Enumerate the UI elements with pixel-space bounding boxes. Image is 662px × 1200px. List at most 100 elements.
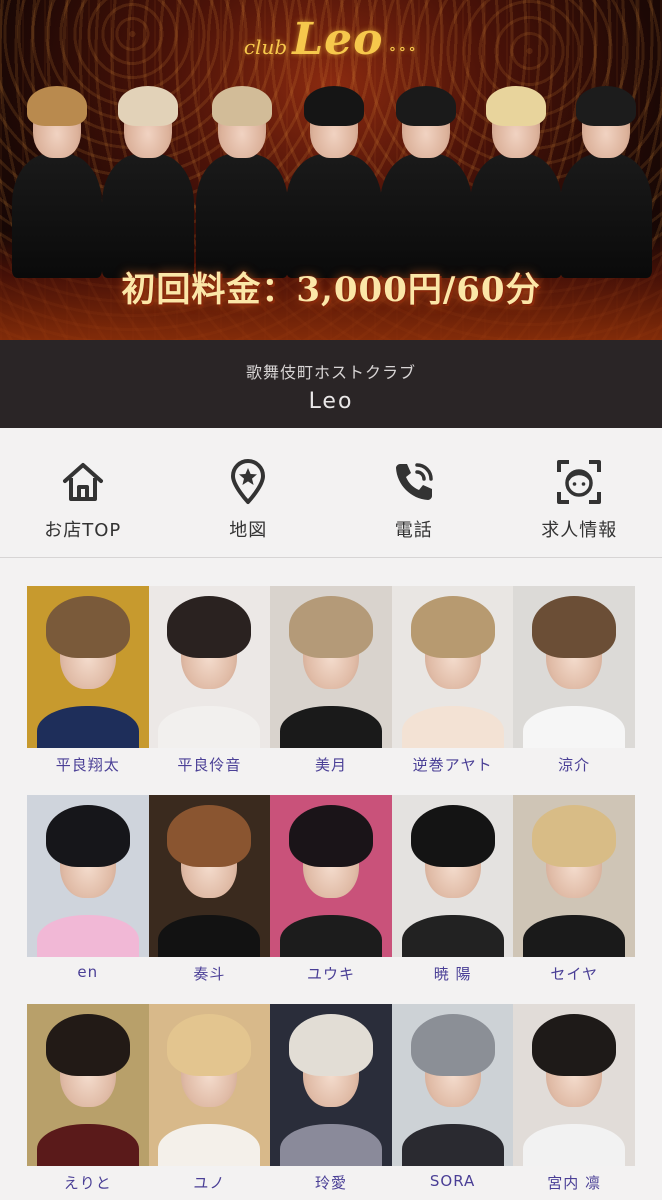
cast-photo-outfit	[523, 1124, 626, 1166]
cast-photo[interactable]	[148, 795, 271, 957]
cast-photo-hair	[167, 804, 252, 867]
logo-prefix: club	[243, 35, 288, 59]
cast-card[interactable]: 逆巻アヤト	[391, 586, 514, 774]
cast-name[interactable]: 平良翔太	[27, 754, 149, 774]
hero-host-figure	[12, 78, 102, 278]
hero-host-figure	[470, 78, 562, 278]
hero-host-figure	[286, 78, 382, 278]
cast-photo[interactable]	[391, 795, 514, 957]
cast-card[interactable]: 平良翔太	[27, 586, 149, 774]
cast-photo-outfit	[279, 706, 383, 748]
cast-photo-hair	[532, 595, 617, 658]
hero-banner: club Leo ∘∘∘ 初回料金：3,000円/60分	[0, 0, 662, 340]
cast-photo-hair	[167, 1013, 252, 1076]
cast-photo[interactable]	[148, 586, 271, 748]
cast-card[interactable]: ユウキ	[270, 795, 392, 983]
shop-name: Leo	[308, 389, 354, 414]
shop-subtitle: 歌舞伎町ホストクラブ	[245, 363, 416, 382]
nav-item-shop-top[interactable]: お店TOP	[0, 428, 166, 557]
cast-photo[interactable]	[391, 586, 514, 748]
first-visit-price: 初回料金：3,000円/60分	[121, 270, 541, 310]
cast-card[interactable]: SORA	[391, 1004, 514, 1192]
cast-photo-hair	[410, 804, 495, 867]
map-pin-icon	[231, 459, 266, 504]
shop-banner: 歌舞伎町ホストクラブ Leo	[0, 340, 662, 428]
cast-photo-hair	[410, 1013, 495, 1076]
nav-label: 電話	[394, 520, 433, 541]
hero-host-figure	[560, 78, 652, 278]
cast-name[interactable]: 暁 陽	[392, 963, 514, 983]
cast-photo-outfit	[523, 915, 626, 957]
cast-photo[interactable]	[270, 1004, 392, 1166]
cast-card[interactable]: 玲愛	[270, 1004, 392, 1192]
cast-name[interactable]: ユウキ	[270, 963, 392, 983]
nav-item-recruit[interactable]: 求人情報	[497, 428, 662, 557]
cast-photo[interactable]	[27, 1004, 149, 1166]
hero-host-group	[0, 78, 662, 278]
cast-photo-hair	[45, 1013, 130, 1076]
cast-photo[interactable]	[270, 795, 392, 957]
cast-card[interactable]: 平良伶音	[148, 586, 271, 774]
cast-photo[interactable]	[513, 795, 635, 957]
cast-photo-outfit	[158, 1124, 261, 1166]
cast-card[interactable]: 美月	[270, 586, 392, 774]
cast-name[interactable]: 奏斗	[149, 963, 271, 983]
hero-host-figure	[102, 78, 194, 278]
cast-card[interactable]: 涼介	[513, 586, 635, 774]
cast-card[interactable]: えりと	[27, 1004, 149, 1192]
home-icon	[62, 463, 103, 501]
cast-photo[interactable]	[513, 586, 635, 748]
cast-name[interactable]: セイヤ	[513, 963, 635, 983]
cast-photo[interactable]	[513, 1004, 635, 1166]
cast-photo-hair	[288, 595, 373, 658]
cast-photo-outfit	[523, 706, 626, 748]
cast-photo-outfit	[401, 706, 504, 748]
cast-grid: 平良翔太 平良伶音 美月 逆巻アヤト 涼介 en 奏斗 ユウキ暁 陽セイヤえりと ユノ 玲愛 SOR…	[27, 586, 635, 1192]
cast-name[interactable]: 逆巻アヤト	[392, 754, 514, 774]
logo-name: Leo	[292, 14, 384, 65]
face-scan-icon	[557, 460, 602, 504]
cast-card[interactable]: 宮内 凛	[513, 1004, 635, 1192]
cast-name[interactable]: 宮内 凛	[513, 1172, 635, 1192]
cast-name[interactable]: 涼介	[513, 754, 635, 774]
cast-photo-outfit	[158, 915, 261, 957]
cast-photo-hair	[45, 804, 130, 867]
cast-photo[interactable]	[270, 586, 392, 748]
nav-item-map[interactable]: 地図	[166, 428, 332, 557]
phone-icon	[395, 463, 433, 500]
cast-card[interactable]: セイヤ	[513, 795, 635, 983]
cast-photo[interactable]	[391, 1004, 514, 1166]
nav-item-phone[interactable]: 電話	[331, 428, 497, 557]
cast-photo[interactable]	[27, 586, 149, 748]
cast-photo-outfit	[36, 1124, 139, 1166]
cast-name[interactable]: 美月	[270, 754, 392, 774]
cast-photo-hair	[167, 595, 252, 658]
cast-photo[interactable]	[148, 1004, 271, 1166]
cast-photo-outfit	[279, 1124, 383, 1166]
nav-label: 求人情報	[541, 520, 618, 541]
cast-name[interactable]: SORA	[392, 1172, 514, 1192]
nav-label: お店TOP	[44, 520, 122, 541]
cast-photo-hair	[288, 1013, 373, 1076]
cast-photo-outfit	[401, 915, 504, 957]
cast-photo-outfit	[401, 1124, 504, 1166]
cast-photo-outfit	[36, 706, 139, 748]
cast-card[interactable]: 暁 陽	[391, 795, 514, 983]
cast-name[interactable]: えりと	[27, 1172, 149, 1192]
cast-name[interactable]: 玲愛	[270, 1172, 392, 1192]
cast-name[interactable]: en	[27, 963, 149, 983]
cast-card[interactable]: ユノ	[148, 1004, 271, 1192]
cast-photo[interactable]	[27, 795, 149, 957]
cast-photo-hair	[45, 595, 130, 658]
cast-photo-outfit	[158, 706, 261, 748]
hero-host-figure	[196, 78, 288, 278]
club-logo: club Leo ∘∘∘	[0, 14, 662, 65]
cast-name[interactable]: ユノ	[149, 1172, 271, 1192]
cast-photo-hair	[410, 595, 495, 658]
cast-name[interactable]: 平良伶音	[149, 754, 271, 774]
cast-card[interactable]: 奏斗	[148, 795, 271, 983]
cast-card[interactable]: en	[27, 795, 149, 983]
shop-nav: お店TOP 地図 電話 求人情報	[0, 428, 662, 558]
hero-host-figure	[380, 78, 472, 278]
nav-label: 地図	[229, 520, 268, 541]
